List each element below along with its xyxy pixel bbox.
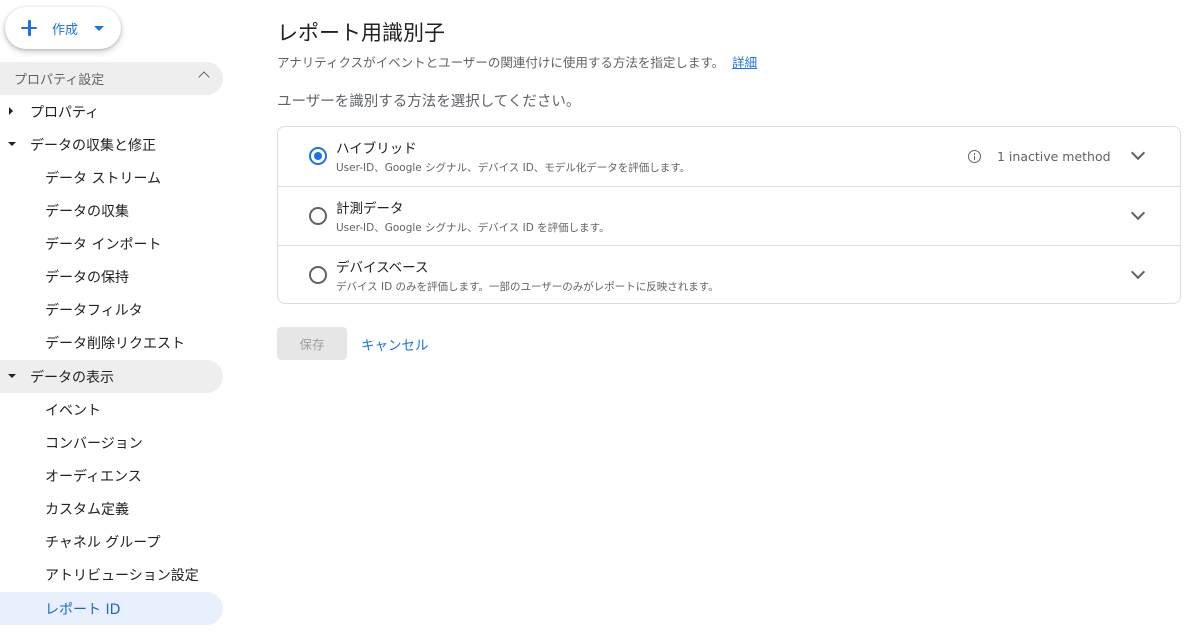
page-description: アナリティクスがイベントとユーザーの関連付けに使用する方法を指定します。 詳細 — [277, 52, 757, 71]
learn-more-link[interactable]: 詳細 — [732, 55, 757, 70]
option-device-based[interactable]: デバイスベース デバイス ID のみを評価します。一部のユーザーのみがレポートに… — [278, 245, 1180, 303]
sidebar-item-data-streams[interactable]: データ ストリーム — [0, 161, 223, 194]
sidebar-section-label: プロパティ設定 — [14, 73, 105, 88]
create-button[interactable]: 作成 — [5, 7, 121, 49]
option-subtitle: User-ID、Google シグナル、デバイス ID を評価します。 — [336, 222, 610, 234]
caret-down-icon — [94, 25, 105, 31]
sidebar-item-label: データフィルタ — [45, 302, 143, 319]
page-title: レポート用識別子 — [277, 21, 445, 45]
sidebar-item-label: データ削除リクエスト — [45, 335, 185, 352]
radio-button[interactable] — [309, 266, 327, 284]
info-icon — [968, 150, 981, 163]
sidebar-section-property-settings[interactable]: プロパティ設定 — [0, 62, 223, 95]
save-button[interactable]: 保存 — [277, 327, 347, 360]
sidebar-item-label: レポート ID — [45, 601, 121, 618]
description-text: アナリティクスがイベントとユーザーの関連付けに使用する方法を指定します。 — [277, 55, 725, 70]
radio-button[interactable] — [309, 207, 327, 225]
create-button-label: 作成 — [52, 22, 79, 38]
sidebar-item-audiences[interactable]: オーディエンス — [0, 459, 223, 492]
app: 作成 プロパティ設定 プロパティ データの収集と修正 データ ストリーム データ… — [0, 0, 1200, 638]
expand-arrow-icon — [9, 107, 13, 115]
cancel-button[interactable]: キャンセル — [357, 327, 433, 360]
sidebar-item-data-collection-modification[interactable]: データの収集と修正 — [0, 128, 223, 161]
sidebar-item-data-import[interactable]: データ インポート — [0, 227, 223, 260]
sidebar-item-label: データ インポート — [45, 236, 162, 253]
sidebar-item-label: データの保持 — [45, 269, 129, 286]
plus-icon — [19, 18, 39, 38]
sidebar-item-attribution-settings[interactable]: アトリビューション設定 — [0, 558, 223, 591]
sidebar-item-label: イベント — [45, 402, 101, 419]
collapse-arrow-icon — [8, 374, 16, 378]
sidebar-item-data-filters[interactable]: データフィルタ — [0, 293, 223, 326]
sidebar-item-label: アトリビューション設定 — [45, 567, 199, 584]
option-observed[interactable]: 計測データ User-ID、Google シグナル、デバイス ID を評価します… — [278, 186, 1180, 245]
sidebar-item-label: オーディエンス — [45, 468, 142, 485]
chevron-down-icon[interactable] — [1130, 205, 1146, 221]
identity-options: ハイブリッド User-ID、Google シグナル、デバイス ID、モデル化デ… — [277, 126, 1181, 304]
sidebar-item-conversions[interactable]: コンバージョン — [0, 426, 223, 459]
sidebar-item-label: チャネル グループ — [45, 534, 161, 551]
option-title: 計測データ — [336, 201, 404, 217]
sidebar-item-reporting-identity[interactable]: レポート ID — [0, 592, 223, 625]
sidebar-item-data-retention[interactable]: データの保持 — [0, 260, 223, 293]
chevron-down-icon[interactable] — [1130, 264, 1146, 280]
chevron-up-icon — [198, 71, 210, 83]
sidebar-item-label: データの収集 — [45, 203, 129, 220]
radio-button[interactable] — [309, 147, 327, 165]
sidebar-item-data-deletion-requests[interactable]: データ削除リクエスト — [0, 326, 223, 359]
main-content: レポート用識別子 アナリティクスがイベントとユーザーの関連付けに使用する方法を指… — [277, 0, 1183, 638]
option-title: デバイスベース — [336, 260, 429, 276]
sidebar-item-label: データ ストリーム — [45, 170, 162, 187]
sidebar-item-data-collection[interactable]: データの収集 — [0, 194, 223, 227]
sidebar-item-data-display[interactable]: データの表示 — [0, 360, 223, 393]
sidebar-item-channel-groups[interactable]: チャネル グループ — [0, 525, 223, 558]
option-subtitle: デバイス ID のみを評価します。一部のユーザーのみがレポートに反映されます。 — [336, 281, 719, 293]
sidebar-item-label: コンバージョン — [45, 435, 143, 452]
sidebar-item-property[interactable]: プロパティ — [0, 95, 223, 128]
option-subtitle: User-ID、Google シグナル、デバイス ID、モデル化データを評価しま… — [336, 162, 691, 174]
selection-prompt: ユーザーを識別する方法を選択してください。 — [277, 94, 581, 110]
inactive-method-note: 1 inactive method — [997, 149, 1111, 164]
option-blended[interactable]: ハイブリッド User-ID、Google シグナル、デバイス ID、モデル化デ… — [278, 127, 1180, 186]
option-title: ハイブリッド — [336, 141, 417, 157]
sidebar-item-label: データの収集と修正 — [30, 137, 156, 154]
sidebar-item-label: プロパティ — [30, 104, 100, 121]
sidebar-item-events[interactable]: イベント — [0, 393, 223, 426]
sidebar: 作成 プロパティ設定 プロパティ データの収集と修正 データ ストリーム データ… — [0, 0, 232, 638]
sidebar-item-label: データの表示 — [30, 369, 114, 386]
sidebar-item-custom-definitions[interactable]: カスタム定義 — [0, 492, 223, 525]
collapse-arrow-icon — [8, 142, 16, 146]
chevron-down-icon[interactable] — [1130, 145, 1146, 161]
sidebar-item-label: カスタム定義 — [45, 501, 129, 518]
